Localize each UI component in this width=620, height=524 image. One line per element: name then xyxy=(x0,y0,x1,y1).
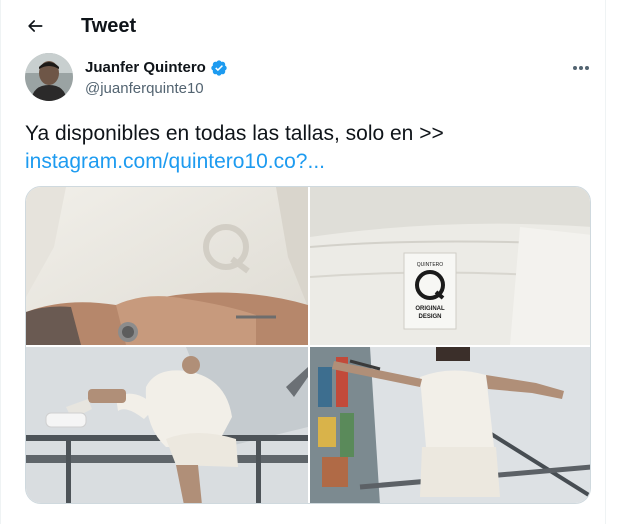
more-horizontal-icon xyxy=(573,66,589,70)
author-handle[interactable]: @juanferquinte10 xyxy=(85,79,204,99)
verified-badge-icon xyxy=(211,60,227,76)
label-arc-text: QUINTERO xyxy=(417,262,444,268)
avatar[interactable] xyxy=(25,53,73,101)
label-line1: ORIGINAL xyxy=(415,306,445,312)
tweet-text: Ya disponibles en todas las tallas, solo… xyxy=(25,120,585,176)
label-line2: DESIGN xyxy=(418,314,441,320)
tweet-column: Tweet Juanfer Quintero @juanferquinte10 … xyxy=(0,0,606,524)
more-button[interactable] xyxy=(567,56,595,80)
tweet-link[interactable]: instagram.com/quintero10.co?... xyxy=(25,148,585,176)
header: Tweet xyxy=(1,0,605,52)
tweet-body: Ya disponibles en todas las tallas, solo… xyxy=(25,122,444,145)
page-title: Tweet xyxy=(81,15,137,37)
media-photo-4[interactable] xyxy=(310,347,590,503)
media-photo-3[interactable] xyxy=(26,347,308,503)
arrow-left-icon xyxy=(28,20,43,32)
author-name-label: Juanfer Quintero xyxy=(85,59,206,76)
media-photo-2[interactable]: QUINTERO ORIGINAL DESIGN xyxy=(310,187,590,345)
back-button[interactable] xyxy=(18,9,52,43)
media-photo-1[interactable] xyxy=(26,187,308,345)
author-name[interactable]: Juanfer Quintero xyxy=(85,58,228,78)
media-grid: QUINTERO ORIGINAL DESIGN xyxy=(25,186,591,504)
